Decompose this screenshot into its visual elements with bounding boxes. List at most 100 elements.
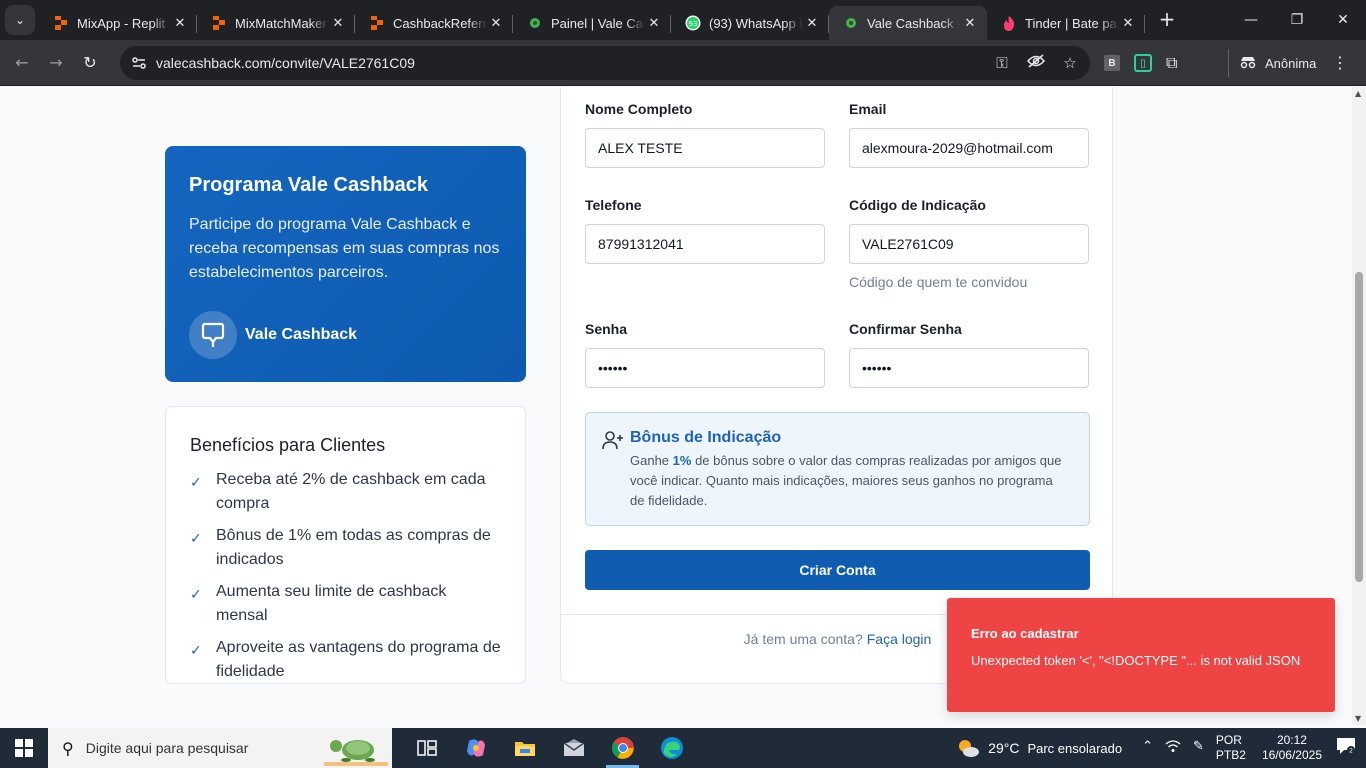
taskbar-search[interactable]: ⚲ Digite aqui para pesquisar — [48, 728, 392, 768]
referral-code-input[interactable]: VALE2761C09 — [849, 224, 1089, 264]
check-icon: ✓ — [190, 531, 202, 547]
close-tab-icon[interactable]: ✕ — [803, 14, 821, 32]
page-scrollbar[interactable]: ▲ ▼ — [1352, 87, 1366, 725]
svg-text:93: 93 — [689, 20, 698, 28]
tab-title: (93) WhatsApp Business — [709, 15, 803, 31]
browser-tab[interactable]: MixApp - Replit ✕ — [39, 6, 197, 40]
browser-tab[interactable]: Tinder | Bate papo✕ — [987, 6, 1145, 40]
new-tab-button[interactable]: + — [1153, 5, 1181, 33]
referral-code-label: Código de Indicação — [849, 197, 986, 213]
referral-code-group: Código de Indicação VALE2761C09 Código d… — [849, 197, 1089, 290]
bonus-text: Ganhe 1% de bônus sobre o valor das comp… — [630, 451, 1070, 511]
svg-text:2: 2 — [1349, 748, 1353, 755]
system-tray: 29°C Parc ensolarado ⌃ ✎ POR PTB2 20:12 … — [956, 728, 1366, 768]
check-icon: ✓ — [190, 475, 202, 491]
email-label: Email — [849, 101, 887, 117]
notification-icon[interactable]: 2 — [1336, 737, 1366, 759]
scroll-up-icon[interactable]: ▲ — [1355, 89, 1361, 98]
tabs-container: MixApp - Replit ✕ MixMatchMaker ✕ CashbackRe… — [39, 0, 1145, 40]
list-item: ✓ Aumenta seu limite de cashback mensal — [190, 580, 501, 628]
wifi-icon[interactable] — [1165, 739, 1181, 757]
close-tab-icon[interactable]: ✕ — [1119, 14, 1137, 32]
browser-tab[interactable]: MixMatchMaker ✕ — [197, 6, 355, 40]
back-icon[interactable]: ← — [5, 46, 39, 80]
browser-tab[interactable]: 93 (93) WhatsApp Business✕ — [671, 6, 829, 40]
confirm-password-input[interactable]: •••••• — [849, 348, 1089, 388]
file-explorer-icon[interactable] — [500, 728, 549, 768]
temperature: 29°C — [988, 740, 1020, 756]
clock[interactable]: 20:12 16/06/2025 — [1262, 733, 1322, 763]
email-field-group: Email alexmoura-2029@hotmail.com — [849, 101, 1089, 168]
extensions-puzzle-icon[interactable]: ⧉ — [1166, 53, 1177, 73]
bookmark-star-icon[interactable]: ☆ — [1060, 54, 1080, 72]
close-tab-icon[interactable]: ✕ — [329, 14, 347, 32]
clock-date: 16/06/2025 — [1261, 748, 1322, 762]
referral-bonus-box: Bônus de Indicação Ganhe 1% de bônus sob… — [585, 412, 1090, 526]
password-key-icon[interactable]: ⚿ — [992, 54, 1012, 72]
close-tab-icon[interactable]: ✕ — [961, 14, 979, 32]
language-code: POR — [1215, 733, 1242, 747]
extension-green-icon[interactable]: [] — [1134, 54, 1152, 72]
search-icon: ⚲ — [62, 738, 74, 758]
edge-icon[interactable] — [647, 728, 696, 768]
password-field-group: Senha •••••• — [585, 321, 825, 388]
user-plus-icon — [602, 431, 623, 450]
chrome-icon[interactable] — [598, 728, 647, 768]
error-toast[interactable]: Erro ao cadastrar Unexpected token '<', … — [947, 598, 1335, 712]
phone-input[interactable]: 87991312041 — [585, 224, 825, 264]
chevron-up-icon[interactable]: ⌃ — [1142, 739, 1153, 757]
clock-time: 20:12 — [1276, 733, 1307, 747]
extension-b-icon[interactable]: B — [1104, 55, 1120, 71]
brand: Vale Cashback — [189, 311, 357, 359]
mail-icon[interactable] — [549, 728, 598, 768]
copilot-icon[interactable] — [451, 728, 500, 768]
browser-tab[interactable]: Painel | Vale Cashback✕ — [513, 6, 671, 40]
window-controls: — ❐ ✕ — [1228, 0, 1366, 40]
tab-title: CashbackReferral — [393, 15, 487, 31]
close-tab-icon[interactable]: ✕ — [645, 14, 663, 32]
restore-icon[interactable]: ❐ — [1274, 0, 1320, 40]
tab-search-button[interactable]: ⌄ — [5, 5, 35, 35]
close-window-icon[interactable]: ✕ — [1320, 0, 1366, 40]
replit-icon — [53, 15, 69, 31]
create-account-button[interactable]: Criar Conta — [585, 550, 1090, 590]
incognito-profile-button[interactable]: Anônima — [1228, 49, 1326, 77]
site-info-icon[interactable] — [126, 50, 152, 76]
language-indicator[interactable]: POR PTB2 — [1216, 733, 1246, 763]
close-tab-icon[interactable]: ✕ — [171, 14, 189, 32]
url-text[interactable]: valecashback.com/convite/VALE2761C09 — [156, 55, 415, 71]
browser-tab[interactable]: CashbackReferral ✕ — [355, 6, 513, 40]
vale-icon — [527, 15, 543, 31]
windows-start-icon[interactable] — [0, 728, 48, 768]
promo-title: Programa Vale Cashback — [189, 174, 429, 196]
login-link[interactable]: Faça login — [867, 631, 932, 647]
extensions-area: B [] ⧉ — [1104, 46, 1177, 80]
toast-title: Erro ao cadastrar — [971, 626, 1079, 641]
check-icon: ✓ — [190, 587, 202, 603]
tab-title: MixMatchMaker — [235, 15, 327, 31]
keyboard-layout: PTB2 — [1215, 748, 1246, 762]
promo-text: Participe do programa Vale Cashback e re… — [189, 216, 500, 281]
windows-taskbar: ⚲ Digite aqui para pesquisar 29°C Parc e… — [0, 728, 1366, 768]
password-input[interactable]: •••••• — [585, 348, 825, 388]
phone-label: Telefone — [585, 197, 642, 213]
menu-kebab-icon[interactable]: ⋮ — [1332, 53, 1348, 72]
scroll-down-icon[interactable]: ▼ — [1355, 714, 1361, 723]
bonus-text-b: de bônus sobre o valor das compras reali… — [630, 453, 1062, 508]
eye-off-icon[interactable] — [1026, 54, 1046, 72]
scrollbar-thumb[interactable] — [1355, 272, 1363, 582]
task-view-icon[interactable] — [402, 728, 451, 768]
close-tab-icon[interactable]: ✕ — [487, 14, 505, 32]
minimize-icon[interactable]: — — [1228, 0, 1274, 40]
forward-icon[interactable]: → — [39, 46, 73, 80]
name-input[interactable]: ALEX TESTE — [585, 128, 825, 168]
email-input[interactable]: alexmoura-2029@hotmail.com — [849, 128, 1089, 168]
address-bar[interactable]: valecashback.com/convite/VALE2761C09 ⚿ ☆ — [120, 46, 1090, 80]
reload-icon[interactable]: ↻ — [73, 46, 107, 80]
taskbar-apps — [402, 728, 696, 768]
tinder-icon — [1001, 15, 1017, 31]
weather-widget[interactable]: 29°C Parc ensolarado — [956, 737, 1122, 759]
pen-icon[interactable]: ✎ — [1193, 739, 1204, 757]
browser-tab[interactable]: Vale Cashback - Convite✕ — [829, 6, 987, 40]
tab-separator — [1144, 15, 1145, 33]
